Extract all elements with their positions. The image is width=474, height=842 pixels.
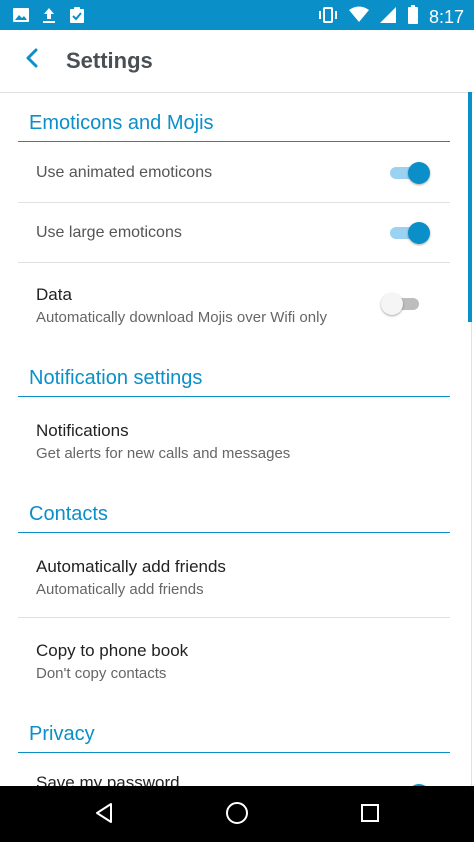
toggle-thumb <box>408 162 430 184</box>
battery-icon <box>407 5 419 30</box>
section-header-contacts: Contacts <box>29 503 108 525</box>
setting-title: Automatically add friends <box>36 557 226 576</box>
section-header-emoticons: Emoticons and Mojis <box>29 112 214 134</box>
home-circle-icon <box>225 801 249 830</box>
nav-back-button[interactable] <box>89 800 119 830</box>
setting-subtitle: Automatically download Mojis over Wifi o… <box>36 309 327 326</box>
nav-home-button[interactable] <box>222 800 252 830</box>
section-header-privacy: Privacy <box>29 723 95 745</box>
clock: 8:17 <box>428 7 464 27</box>
setting-title: Save my password <box>36 773 180 786</box>
settings-list[interactable]: Emoticons and Mojis Use animated emotico… <box>0 92 474 786</box>
nav-recents-button[interactable] <box>355 800 385 830</box>
back-triangle-icon <box>92 801 116 830</box>
system-nav-bar <box>0 786 474 842</box>
setting-title: Copy to phone book <box>36 641 189 660</box>
back-button[interactable] <box>16 44 48 76</box>
clipboard-check-icon <box>68 6 86 29</box>
setting-subtitle: Get alerts for new calls and messages <box>36 445 291 462</box>
setting-subtitle: Automatically add friends <box>36 581 204 598</box>
section-divider <box>18 752 450 753</box>
setting-title: Data <box>36 285 72 304</box>
recents-square-icon <box>358 801 382 830</box>
wifi-icon <box>348 6 369 29</box>
toggle-thumb <box>381 293 403 315</box>
page-title: Settings <box>66 48 153 73</box>
large-emoticons-toggle[interactable] <box>388 220 430 246</box>
setting-label: Use large emoticons <box>36 224 182 241</box>
row-divider <box>18 262 450 263</box>
animated-emoticons-toggle[interactable] <box>388 160 430 186</box>
setting-subtitle: Don't copy contacts <box>36 665 167 682</box>
section-divider <box>18 396 450 397</box>
image-icon <box>12 6 30 29</box>
section-divider <box>18 532 450 533</box>
chevron-left-icon <box>24 48 40 73</box>
section-divider <box>18 141 450 142</box>
status-bar: 8:17 <box>0 0 474 30</box>
data-wifi-only-toggle[interactable] <box>381 291 423 317</box>
scrollbar-thumb[interactable] <box>468 92 472 322</box>
setting-label: Use animated emoticons <box>36 164 213 181</box>
signal-icon <box>379 6 397 29</box>
toggle-thumb <box>408 222 430 244</box>
setting-title: Notifications <box>36 421 129 440</box>
app-bar: Settings <box>0 30 474 93</box>
upload-icon <box>40 6 58 29</box>
section-header-notifications: Notification settings <box>29 367 203 389</box>
vibrate-icon <box>317 6 339 29</box>
row-divider <box>18 617 450 618</box>
row-divider <box>18 202 450 203</box>
